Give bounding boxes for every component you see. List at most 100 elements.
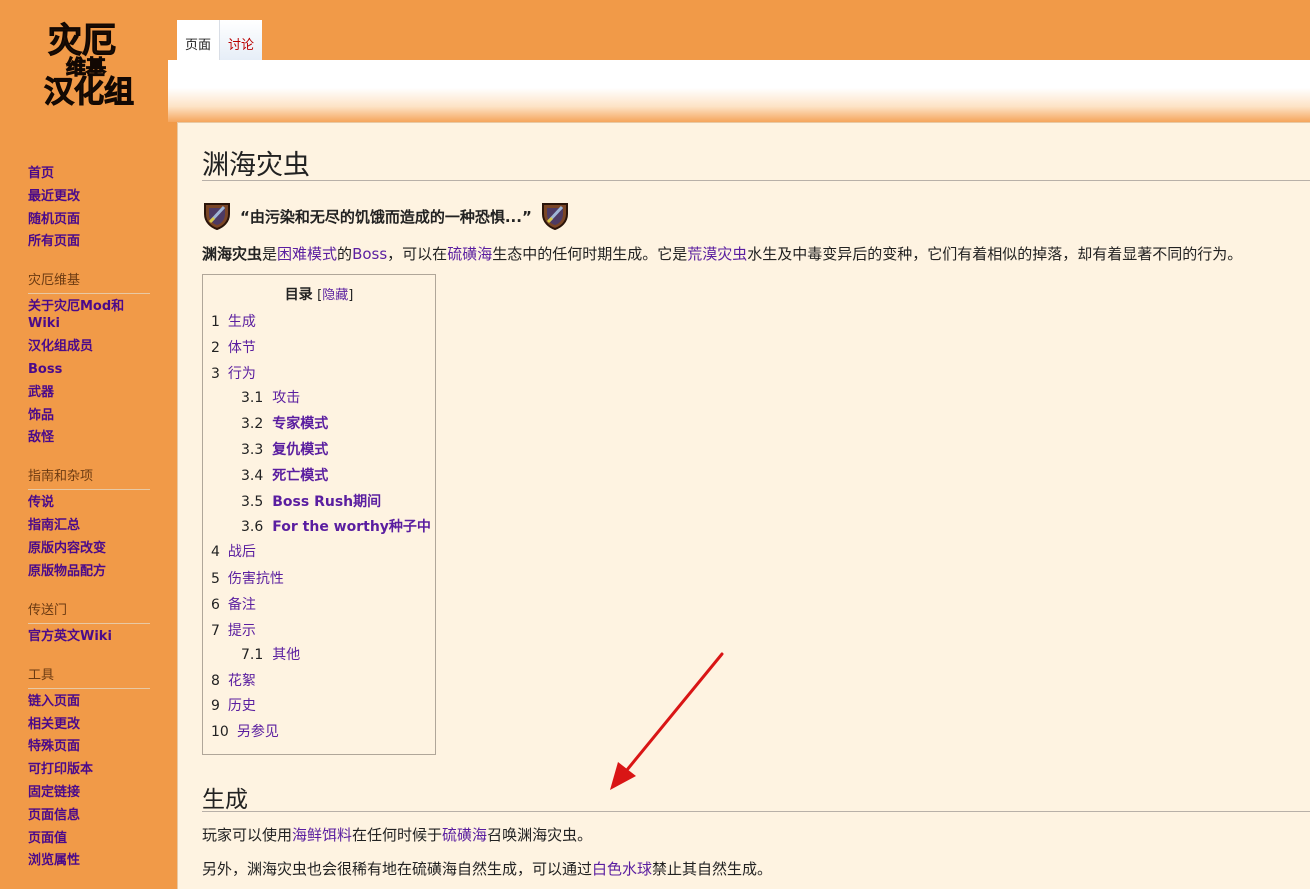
sidebar-item-home[interactable]: 首页 (28, 165, 150, 182)
sidebar-link[interactable]: 汉化组成员 (28, 339, 93, 354)
toc-link[interactable]: 专家模式 (272, 416, 328, 432)
toc-hide-toggle[interactable]: [隐藏] (317, 288, 353, 303)
toc-item-boss-rush[interactable]: 3.5 Boss Rush期间 (241, 493, 381, 511)
sidebar-link[interactable]: 所有页面 (28, 234, 80, 249)
link-desert-scourge[interactable]: 荒漠灾虫 (687, 245, 747, 263)
page-tabs: 页面 讨论 (177, 20, 263, 60)
toc-item-trivia[interactable]: 8 花絮 (211, 672, 256, 690)
toc-hide-link[interactable]: 隐藏 (322, 288, 348, 303)
sidebar-item-lore[interactable]: 传说 (28, 494, 150, 511)
sidebar-link[interactable]: 随机页面 (28, 212, 80, 227)
sidebar-link[interactable]: 武器 (28, 385, 54, 400)
toc-link[interactable]: Boss Rush期间 (272, 494, 381, 510)
toc-item-tips[interactable]: 7 提示 (211, 622, 256, 640)
sidebar-item-accessories[interactable]: 饰品 (28, 407, 150, 424)
sidebar-item-boss[interactable]: Boss (28, 361, 150, 378)
sidebar-item-vanilla-recipes[interactable]: 原版物品配方 (28, 563, 150, 580)
sidebar-item-about[interactable]: 关于灾厄Mod和Wiki (28, 298, 150, 332)
sidebar-item-browse-properties[interactable]: 浏览属性 (28, 852, 150, 869)
link-seafood-bait[interactable]: 海鲜饵料 (292, 826, 352, 844)
sidebar-item-enemies[interactable]: 敌怪 (28, 429, 150, 446)
toc-item-for-the-worthy[interactable]: 3.6 For the worthy种子中 (241, 518, 431, 536)
site-logo[interactable]: 灾厄 维基 汉化组 (22, 12, 152, 112)
table-of-contents: 目录 [隐藏] 1 生成 2 体节 3 行为 3.1 攻击 3.2 专家模式 3.3 复仇模… (202, 274, 436, 755)
toc-link[interactable]: 历史 (228, 698, 256, 714)
toc-item-damage-resistance[interactable]: 5 伤害抗性 (211, 570, 284, 588)
toc-link[interactable]: 攻击 (272, 390, 300, 406)
toc-link[interactable]: 备注 (228, 597, 256, 613)
toc-link[interactable]: 另参见 (237, 724, 279, 740)
toc-number: 6 (211, 597, 220, 613)
tab-page-label: 页面 (185, 38, 212, 53)
sidebar-link[interactable]: 固定链接 (28, 785, 80, 800)
sidebar-link[interactable]: 链入页面 (28, 694, 80, 709)
sidebar-link[interactable]: Boss (28, 362, 62, 377)
sidebar-link[interactable]: 饰品 (28, 408, 54, 423)
tab-discussion[interactable]: 讨论 (219, 20, 263, 60)
sidebar-item-page-info[interactable]: 页面信息 (28, 807, 150, 824)
toc-item-death-mode[interactable]: 3.4 死亡模式 (241, 467, 328, 485)
toc-item-misc[interactable]: 7.1 其他 (241, 646, 300, 664)
toc-item-expert-mode[interactable]: 3.2 专家模式 (241, 415, 328, 433)
sidebar-link[interactable]: 可打印版本 (28, 762, 93, 777)
sidebar-link[interactable]: 敌怪 (28, 430, 54, 445)
toc-item-segments[interactable]: 2 体节 (211, 339, 256, 357)
toc-link[interactable]: 体节 (228, 340, 256, 356)
sidebar-link[interactable]: 原版内容改变 (28, 541, 106, 556)
toc-item-post-fight[interactable]: 4 战后 (211, 543, 256, 561)
toc-link[interactable]: 提示 (228, 623, 256, 639)
toc-link[interactable]: 伤害抗性 (228, 571, 284, 587)
tab-page[interactable]: 页面 (177, 20, 220, 60)
sidebar-item-page-values[interactable]: 页面值 (28, 830, 150, 847)
toc-item-behavior[interactable]: 3 行为 (211, 365, 256, 383)
sidebar-link[interactable]: 页面信息 (28, 808, 80, 823)
sidebar-link[interactable]: 浏览属性 (28, 853, 80, 868)
link-sulphur-sea[interactable]: 硫磺海 (447, 245, 492, 263)
toc-link[interactable]: 战后 (228, 544, 256, 560)
sidebar-item-special-pages[interactable]: 特殊页面 (28, 738, 150, 755)
link-hardmode[interactable]: 困难模式 (277, 245, 337, 263)
toc-item-history[interactable]: 9 历史 (211, 697, 256, 715)
sidebar-link[interactable]: 传说 (28, 495, 54, 510)
link-boss[interactable]: Boss (352, 245, 387, 263)
sidebar-link[interactable]: 原版物品配方 (28, 564, 106, 579)
sidebar-item-english-wiki[interactable]: 官方英文Wiki (28, 628, 150, 645)
toc-item-notes[interactable]: 6 备注 (211, 596, 256, 614)
sidebar-item-related-changes[interactable]: 相关更改 (28, 716, 150, 733)
sidebar-item-weapons[interactable]: 武器 (28, 384, 150, 401)
sidebar-link[interactable]: 页面值 (28, 831, 67, 846)
sidebar-link[interactable]: 特殊页面 (28, 739, 80, 754)
toc-link[interactable]: For the worthy种子中 (272, 519, 431, 535)
toc-link[interactable]: 生成 (228, 314, 256, 330)
toc-link[interactable]: 死亡模式 (272, 468, 328, 484)
toc-item-revengeance-mode[interactable]: 3.3 复仇模式 (241, 441, 328, 459)
sidebar-item-team-members[interactable]: 汉化组成员 (28, 338, 150, 355)
sidebar-item-permanent-link[interactable]: 固定链接 (28, 784, 150, 801)
sidebar-item-all-pages[interactable]: 所有页面 (28, 233, 150, 250)
toc-item-see-also[interactable]: 10 另参见 (211, 723, 279, 741)
toc-item-attacks[interactable]: 3.1 攻击 (241, 389, 300, 407)
toc-link[interactable]: 花絮 (228, 673, 256, 689)
link-sulphur-sea[interactable]: 硫磺海 (442, 826, 487, 844)
sidebar-link[interactable]: 指南汇总 (28, 518, 80, 533)
toc-header: 目录 [隐藏] (203, 284, 435, 304)
sidebar-link[interactable]: 首页 (28, 166, 54, 181)
sidebar-item-random-page[interactable]: 随机页面 (28, 211, 150, 228)
sidebar-item-vanilla-changes[interactable]: 原版内容改变 (28, 540, 150, 557)
sidebar-link[interactable]: 最近更改 (28, 189, 80, 204)
intro-text: 的 (337, 245, 353, 263)
paragraph-text: 召唤渊海灾虫。 (487, 826, 593, 844)
toc-link[interactable]: 其他 (272, 647, 300, 663)
sidebar-item-recent-changes[interactable]: 最近更改 (28, 188, 150, 205)
toc-link[interactable]: 复仇模式 (272, 442, 328, 458)
toc-item-spawn[interactable]: 1 生成 (211, 313, 256, 331)
sidebar-item-guide-summary[interactable]: 指南汇总 (28, 517, 150, 534)
sidebar-link[interactable]: 关于灾厄Mod和Wiki (28, 299, 124, 331)
sidebar-link[interactable]: 相关更改 (28, 717, 80, 732)
sidebar-link[interactable]: 官方英文Wiki (28, 629, 112, 644)
link-white-orb[interactable]: 白色水球 (592, 860, 652, 878)
sidebar-item-printable-version[interactable]: 可打印版本 (28, 761, 150, 778)
toc-link[interactable]: 行为 (228, 366, 256, 382)
paragraph-text: 禁止其自然生成。 (652, 860, 773, 878)
sidebar-item-what-links-here[interactable]: 链入页面 (28, 693, 150, 710)
